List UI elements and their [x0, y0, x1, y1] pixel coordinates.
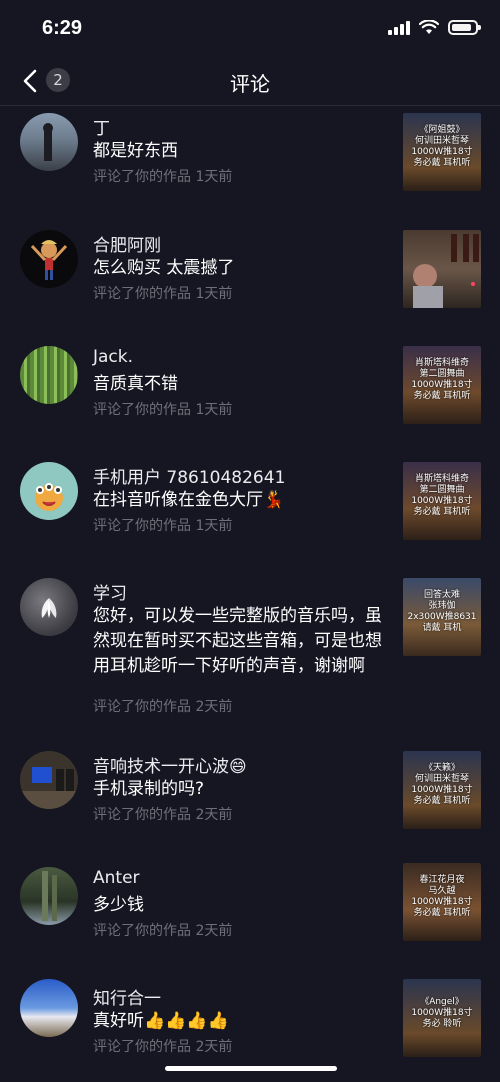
comment-text: 多少钱 — [93, 895, 144, 915]
comment-text: 在抖音听像在金色大厅💃 — [93, 490, 285, 510]
video-thumbnail[interactable] — [403, 230, 481, 308]
avatar[interactable] — [20, 462, 78, 520]
commenter-name[interactable]: 合肥阿刚 — [93, 231, 161, 256]
video-thumbnail[interactable]: 肖斯塔科维奇 第二圆舞曲 1000W推18寸 务必戴 耳机听 — [403, 346, 481, 424]
commenter-name[interactable]: 知行合一 — [93, 984, 161, 1009]
cellular-signal-icon — [388, 20, 410, 35]
comment-text: 音质真不错 — [93, 374, 178, 394]
comment-text: 真好听👍👍👍👍 — [93, 1011, 229, 1031]
commenter-name[interactable]: Anter — [93, 868, 140, 888]
avatar[interactable] — [20, 113, 78, 171]
comment-text: 您好，可以发一些完整版的音乐吗，虽然现在暂时买不起这些音箱，可是也想用耳机趁听一… — [93, 606, 382, 676]
comment-meta: 评论了你的作品 1天前 — [93, 286, 233, 302]
thumbnail-caption: 肖斯塔科维奇 第二圆舞曲 1000W推18寸 务必戴 耳机听 — [411, 358, 473, 401]
home-indicator[interactable] — [165, 1066, 337, 1071]
video-thumbnail[interactable]: 肖斯塔科维奇 第二圆舞曲 1000W推18寸 务必戴 耳机听 — [403, 462, 481, 540]
comment-meta: 评论了你的作品 1天前 — [93, 518, 233, 534]
thumbnail-caption: 春江花月夜 马久越 1000W推18寸 务必戴 耳机听 — [411, 875, 473, 918]
comment-meta: 评论了你的作品 2天前 — [93, 1039, 233, 1055]
avatar[interactable] — [20, 979, 78, 1037]
comment-text: 都是好东西 — [93, 141, 178, 161]
comment-text: 手机录制的吗? — [93, 779, 205, 799]
nav-bar: 2 评论 — [0, 56, 500, 106]
thumbnail-caption: 《阿姐鼓》 何训田米哲琴 1000W推18寸 务必戴 耳机听 — [411, 125, 473, 168]
comment-meta: 评论了你的作品 1天前 — [93, 169, 233, 185]
thumbnail-caption: 回答太难 张玮伽 2x300W推8631 请戴 耳机 — [407, 590, 477, 633]
comment-meta: 评论了你的作品 2天前 — [93, 699, 233, 715]
video-thumbnail[interactable]: 春江花月夜 马久越 1000W推18寸 务必戴 耳机听 — [403, 863, 481, 941]
battery-icon — [448, 20, 481, 35]
avatar[interactable] — [20, 751, 78, 809]
thumbnail-caption: 《天籁》 何训田米哲琴 1000W推18寸 务必戴 耳机听 — [411, 763, 473, 806]
comment-text: 怎么购买 太震撼了 — [93, 258, 235, 278]
video-thumbnail[interactable]: 《Angel》 1000W推18寸 务必 聆听 — [403, 979, 481, 1057]
commenter-name[interactable]: 丁 — [93, 114, 110, 139]
video-thumbnail[interactable]: 回答太难 张玮伽 2x300W推8631 请戴 耳机 — [403, 578, 481, 656]
video-thumbnail[interactable]: 《阿姐鼓》 何训田米哲琴 1000W推18寸 务必戴 耳机听 — [403, 113, 481, 191]
video-thumbnail[interactable]: 《天籁》 何训田米哲琴 1000W推18寸 务必戴 耳机听 — [403, 751, 481, 829]
avatar[interactable] — [20, 867, 78, 925]
comment-meta: 评论了你的作品 1天前 — [93, 402, 233, 418]
avatar[interactable] — [20, 578, 78, 636]
commenter-name[interactable]: 手机用户 78610482641 — [93, 463, 285, 488]
status-bar: 6:29 — [0, 0, 500, 56]
thumbnail-caption: 《Angel》 1000W推18寸 务必 聆听 — [411, 997, 473, 1029]
thumbnail-caption: 肖斯塔科维奇 第二圆舞曲 1000W推18寸 务必戴 耳机听 — [411, 474, 473, 517]
wifi-icon — [419, 20, 439, 34]
avatar[interactable] — [20, 346, 78, 404]
comment-meta: 评论了你的作品 2天前 — [93, 923, 233, 939]
comment-meta: 评论了你的作品 2天前 — [93, 807, 233, 823]
status-time: 6:29 — [42, 17, 83, 39]
avatar[interactable] — [20, 230, 78, 288]
commenter-name[interactable]: 音响技术一开心波😄 — [93, 752, 247, 777]
page-title: 评论 — [230, 72, 270, 96]
status-icons — [388, 20, 481, 35]
commenter-name[interactable]: 学习 — [93, 579, 127, 604]
commenter-name[interactable]: Jack. — [93, 347, 133, 367]
